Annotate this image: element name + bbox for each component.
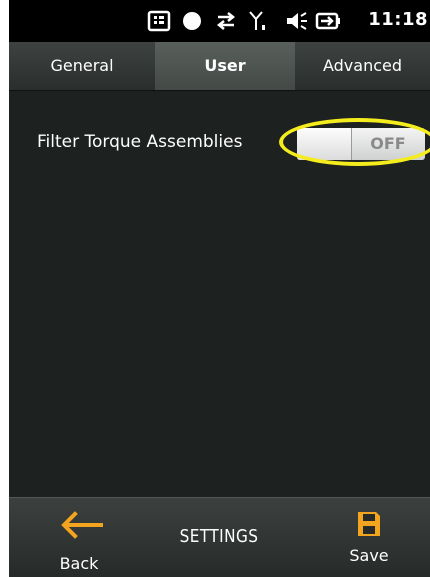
bottom-app-bar: Back SETTINGS Save <box>9 497 430 577</box>
signal-icon <box>249 11 265 30</box>
toggle-state-text: OFF <box>370 134 406 153</box>
back-arrow-icon <box>61 511 103 539</box>
save-label: Save <box>349 546 389 565</box>
tab-user[interactable]: User <box>155 42 295 90</box>
tab-bar: General User Advanced <box>9 42 430 91</box>
back-label: Back <box>59 554 99 573</box>
save-disk-icon <box>358 512 380 536</box>
filter-torque-toggle[interactable]: OFF <box>297 128 425 160</box>
battery-charging-icon <box>315 12 340 30</box>
filter-torque-label: Filter Torque Assemblies <box>37 132 243 152</box>
windows-start-icon[interactable] <box>147 10 171 32</box>
data-transfer-icon <box>216 12 236 30</box>
toggle-thumb[interactable] <box>297 128 352 160</box>
speaker-icon <box>287 12 307 30</box>
device-screen: 11:18 General User Advanced Filter Torqu… <box>9 0 430 577</box>
save-button[interactable]: Save <box>333 506 405 574</box>
tab-general[interactable]: General <box>9 42 155 90</box>
status-time: 11:18 <box>368 9 428 30</box>
bottom-bar-title: SETTINGS <box>179 526 259 547</box>
back-button[interactable]: Back <box>39 504 119 574</box>
status-bar: 11:18 <box>9 0 430 42</box>
record-dot-icon <box>183 12 201 30</box>
tab-advanced[interactable]: Advanced <box>295 42 430 90</box>
